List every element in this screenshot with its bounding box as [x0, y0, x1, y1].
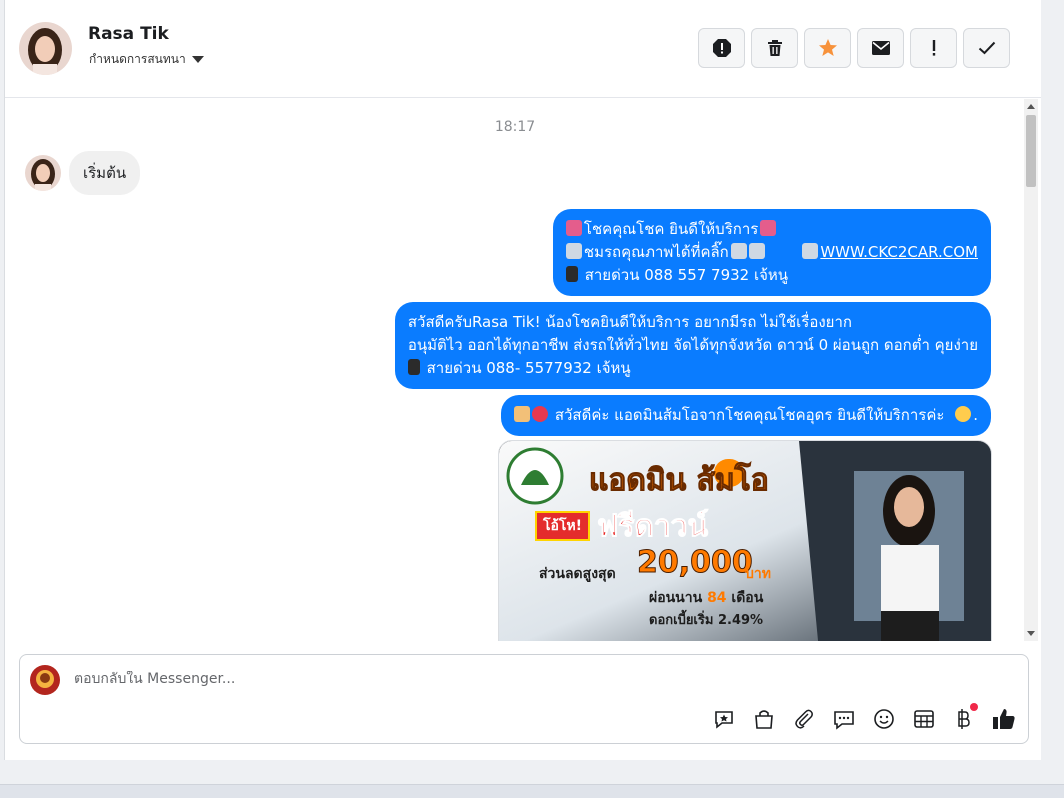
mark-important-button[interactable] — [910, 28, 957, 68]
delete-button[interactable] — [751, 28, 798, 68]
promo-currency: บาท — [745, 566, 771, 582]
payment-button[interactable] — [952, 703, 978, 731]
conversation-header: Rasa Tik กำหนดการสนทนา — [5, 0, 1041, 98]
incoming-message-bubble[interactable]: เริ่มต้น — [69, 151, 141, 195]
like-button[interactable] — [992, 707, 1016, 731]
thumbs-up-icon — [993, 709, 1015, 729]
promo-interest: ดอกเบี้ยเริ่ม 2.49% — [649, 613, 764, 628]
promo-free-down: ฟรีดาวน์ — [596, 509, 709, 545]
star-button[interactable] — [804, 28, 851, 68]
message-line: อนุมัติไว ออกได้ทุกอาชีพ ส่งรถให้ทั่วไทย… — [407, 336, 978, 354]
promo-heading: แอดมิน ส้มโอ — [589, 463, 770, 499]
message-line: สายด่วน 088 557 7932 เจ้หนู — [584, 266, 789, 284]
scrollbar-thumb[interactable] — [1026, 115, 1036, 187]
praying-hands-icon — [514, 406, 531, 422]
paperclip-icon — [795, 709, 813, 729]
exclamation-icon — [932, 40, 935, 56]
email-button[interactable] — [857, 28, 904, 68]
shop-button[interactable] — [752, 707, 776, 731]
saved-replies-button[interactable] — [712, 707, 736, 731]
header-actions — [698, 28, 1010, 68]
baht-icon — [958, 709, 970, 729]
envelope-icon — [871, 41, 890, 55]
message-line: โชคคุณโชค ยินดีให้บริการ — [583, 220, 759, 238]
message-line: สายด่วน 088- 5577932 เจ้หนู — [426, 359, 631, 377]
check-icon — [978, 41, 995, 55]
promo-installment-months: 84 — [707, 590, 727, 606]
promo-installment: ผ่อนนาน 84 เดือน — [649, 587, 763, 609]
sparkle-icon — [565, 220, 582, 236]
message-thread[interactable]: 18:17 เริ่มต้น โชคคุณโชค ยินดีให้บริการ — [5, 99, 1025, 641]
message-composer — [19, 654, 1029, 744]
thread-scrollbar[interactable] — [1024, 99, 1038, 641]
taskbar — [0, 784, 1064, 798]
heart-icon — [532, 406, 549, 422]
conversation-panel: Rasa Tik กำหนดการสนทนา 18:17 เริ่มต้น โช… — [4, 0, 1041, 760]
promo-image-attachment[interactable]: แอดมิน ส้มโอ โอ้โห! ฟรีดาวน์ ส่วนลดสูงสุ… — [498, 440, 992, 641]
notification-dot — [970, 703, 978, 711]
phone-icon — [565, 266, 578, 282]
message-line: ชมรถคุณภาพได้ที่คลิ๊ก — [583, 243, 729, 261]
attach-button[interactable] — [792, 707, 816, 731]
incoming-message-row: เริ่มต้น — [25, 151, 141, 195]
outgoing-message-bubble[interactable]: สวัสดีค่ะ แอดมินส้มโอจากโชคคุณโชคอุดร ยิ… — [501, 395, 991, 436]
trash-icon — [767, 40, 782, 56]
reply-input[interactable] — [74, 671, 874, 687]
sparkle-icon — [760, 220, 777, 236]
composer-toolbar — [712, 703, 1016, 731]
message-timestamp: 18:17 — [494, 119, 536, 135]
assign-conversation-dropdown[interactable]: กำหนดการสนทนา — [89, 50, 204, 69]
arrow-down-icon — [748, 243, 765, 259]
play-icon — [565, 243, 582, 259]
phone-icon — [407, 359, 420, 375]
message-line: สวัสดีครับRasa Tik! น้องโชคยินดีให้บริกา… — [407, 313, 852, 331]
website-link[interactable]: WWW.CKC2CAR.COM — [820, 243, 978, 261]
star-icon — [818, 39, 837, 56]
contact-avatar-small[interactable] — [25, 155, 61, 191]
scroll-down-icon[interactable] — [1027, 631, 1035, 636]
sticker-plus-icon — [715, 711, 733, 729]
window: Rasa Tik กำหนดการสนทนา 18:17 เริ่มต้น โช… — [0, 0, 1064, 798]
promo-discount-amount: 20,000 — [637, 545, 754, 581]
mark-done-button[interactable] — [963, 28, 1010, 68]
assign-label: กำหนดการสนทนา — [89, 52, 186, 66]
scroll-up-icon[interactable] — [1027, 104, 1035, 109]
contact-avatar[interactable] — [19, 22, 72, 75]
caret-down-icon — [191, 56, 204, 63]
emoji-button[interactable] — [872, 707, 896, 731]
chat-bubble-icon — [834, 711, 854, 730]
contact-name[interactable]: Rasa Tik — [88, 24, 169, 44]
outgoing-message-bubble[interactable]: โชคคุณโชค ยินดีให้บริการ ชมรถคุณภาพได้ที… — [552, 209, 991, 296]
outgoing-message-bubble[interactable]: สวัสดีครับRasa Tik! น้องโชคยินดีให้บริกา… — [394, 302, 991, 389]
report-button[interactable] — [698, 28, 745, 68]
shop-bag-icon — [755, 710, 773, 729]
promo-badge: โอ้โห! — [535, 511, 591, 541]
page-avatar — [30, 665, 60, 695]
quick-reply-button[interactable] — [832, 707, 856, 731]
table-button[interactable] — [912, 707, 936, 731]
arrow-down-icon — [730, 243, 747, 259]
message-line: สวัสดีค่ะ แอดมินส้มโอจากโชคคุณโชคอุดร ยิ… — [554, 406, 945, 424]
smiley-icon — [874, 709, 894, 729]
report-icon — [712, 39, 731, 57]
play-icon — [802, 243, 819, 259]
message-end: . — [973, 406, 978, 424]
smiling-face-icon — [955, 406, 972, 422]
promo-installment-suffix: เดือน — [731, 590, 764, 606]
promo-discount-label: ส่วนลดสูงสุด — [539, 566, 616, 582]
table-icon — [914, 710, 934, 728]
promo-installment-prefix: ผ่อนนาน — [649, 590, 703, 606]
